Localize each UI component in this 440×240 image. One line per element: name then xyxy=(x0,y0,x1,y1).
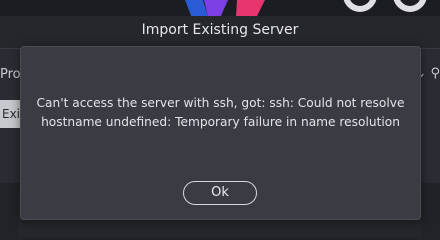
error-dialog: Can't access the server with ssh, got: s… xyxy=(20,46,421,220)
window-title: Import Existing Server xyxy=(141,22,299,38)
error-message: Can't access the server with ssh, got: s… xyxy=(36,96,405,129)
background-button-label: Exi xyxy=(2,107,21,121)
ok-button[interactable]: Ok xyxy=(183,181,257,205)
background-tab-fragment: Pro xyxy=(0,67,21,82)
